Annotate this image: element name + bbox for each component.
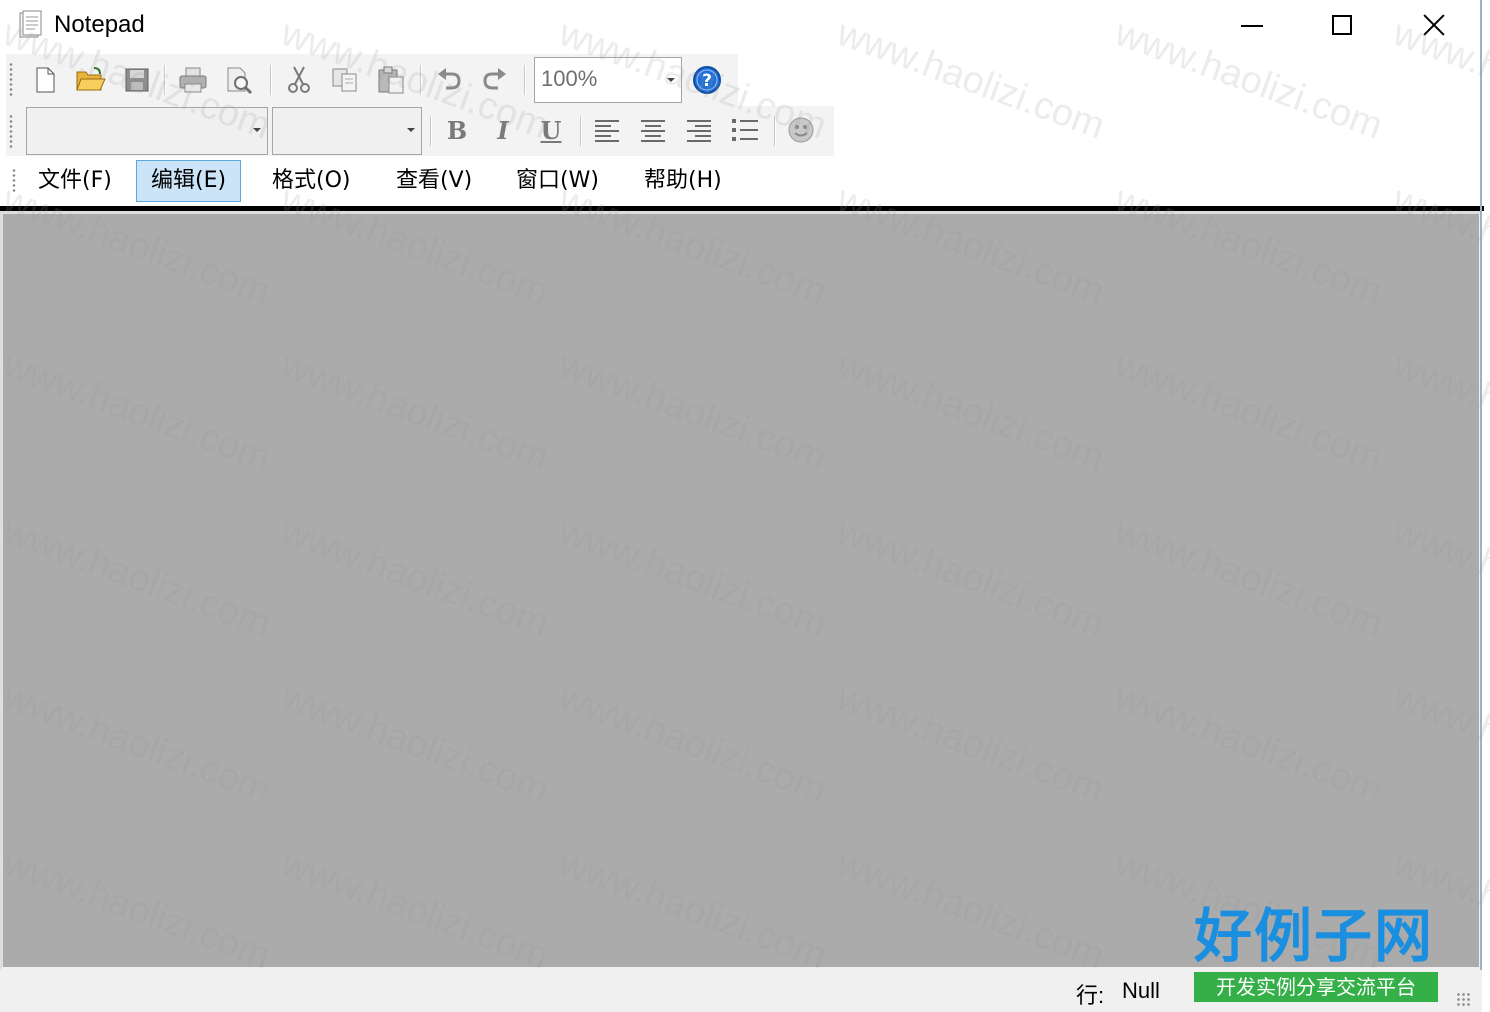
- save-icon: [125, 68, 149, 92]
- toolbar-separator: [430, 116, 432, 146]
- help-button[interactable]: ?: [688, 60, 726, 100]
- toolbar-separator: [164, 65, 166, 95]
- formatting-toolbar: B I U: [6, 106, 834, 156]
- size-grip[interactable]: [1456, 992, 1472, 1008]
- menu-grip[interactable]: [12, 168, 16, 194]
- title-bar: Notepad: [0, 0, 1490, 52]
- close-icon: [1423, 14, 1445, 36]
- menu-window[interactable]: 窗口(W): [502, 160, 613, 202]
- cut-button[interactable]: [280, 60, 318, 100]
- open-folder-icon: [76, 67, 106, 91]
- new-file-icon: [36, 67, 55, 93]
- italic-icon: I: [497, 115, 509, 145]
- toolbar-separator: [774, 116, 776, 146]
- toolbar-separator: [580, 116, 582, 146]
- paste-button[interactable]: [372, 60, 410, 100]
- chevron-down-icon: [667, 78, 675, 82]
- maximize-icon: [1332, 15, 1352, 35]
- toolbar-grip[interactable]: [9, 114, 13, 148]
- toolbar-separator: [270, 65, 272, 95]
- copy-icon: [332, 68, 357, 92]
- font-name-dropdown[interactable]: [26, 107, 268, 155]
- print-button[interactable]: [174, 60, 212, 100]
- insert-image-icon: [788, 117, 814, 143]
- bold-icon: B: [446, 115, 468, 145]
- window-title: Notepad: [54, 11, 145, 38]
- minimize-button[interactable]: [1206, 0, 1298, 50]
- notepad-app-icon: [18, 10, 44, 40]
- align-center-icon: [641, 120, 665, 142]
- menu-bar: 文件(F) 编辑(E) 格式(O) 查看(V) 窗口(W) 帮助(H): [0, 158, 1490, 206]
- print-icon: [179, 67, 207, 93]
- align-right-icon: [687, 120, 711, 142]
- chevron-down-icon: [407, 128, 415, 132]
- standard-toolbar: 100% ?: [6, 54, 738, 106]
- menu-file[interactable]: 文件(F): [24, 160, 126, 202]
- bold-button[interactable]: B: [438, 110, 476, 150]
- align-center-button[interactable]: [634, 110, 672, 150]
- window-right-border: [1480, 0, 1482, 1012]
- status-bar: 行: Null: [0, 970, 1482, 1012]
- svg-text:?: ?: [702, 71, 712, 91]
- save-button[interactable]: [118, 60, 156, 100]
- redo-button[interactable]: [476, 60, 514, 100]
- toolbar-separator: [420, 65, 422, 95]
- bullet-list-icon: [732, 119, 758, 141]
- redo-icon: [483, 68, 506, 90]
- menu-edit[interactable]: 编辑(E): [136, 160, 242, 202]
- open-file-button[interactable]: [72, 60, 110, 100]
- align-right-button[interactable]: [680, 110, 718, 150]
- zoom-value: 100%: [541, 66, 598, 91]
- insert-image-button[interactable]: [782, 110, 820, 150]
- font-size-dropdown[interactable]: [272, 107, 422, 155]
- underline-button[interactable]: U: [532, 110, 570, 150]
- bullet-list-button[interactable]: [726, 110, 764, 150]
- align-left-icon: [595, 120, 619, 142]
- toolbar-grip[interactable]: [9, 62, 13, 96]
- align-left-button[interactable]: [588, 110, 626, 150]
- help-icon: ?: [693, 66, 721, 94]
- maximize-button[interactable]: [1296, 0, 1388, 50]
- print-preview-button[interactable]: [220, 60, 258, 100]
- menu-help[interactable]: 帮助(H): [630, 160, 736, 202]
- paste-icon: [378, 66, 404, 94]
- zoom-dropdown[interactable]: 100%: [534, 57, 682, 103]
- undo-icon: [438, 68, 461, 90]
- row-value: Null: [1122, 978, 1160, 1003]
- menu-view[interactable]: 查看(V): [382, 160, 486, 202]
- minimize-icon: [1241, 25, 1263, 27]
- row-label: 行:: [1076, 983, 1105, 1008]
- underline-icon: U: [540, 115, 562, 145]
- chevron-down-icon: [253, 128, 261, 132]
- italic-button[interactable]: I: [484, 110, 522, 150]
- toolbar-separator: [524, 65, 526, 95]
- close-button[interactable]: [1388, 0, 1480, 50]
- undo-button[interactable]: [430, 60, 468, 100]
- menu-format[interactable]: 格式(O): [258, 160, 364, 202]
- mdi-client-area[interactable]: [0, 211, 1482, 970]
- new-file-button[interactable]: [26, 60, 64, 100]
- cut-icon: [288, 66, 310, 93]
- print-preview-icon: [227, 67, 253, 95]
- copy-button[interactable]: [326, 60, 364, 100]
